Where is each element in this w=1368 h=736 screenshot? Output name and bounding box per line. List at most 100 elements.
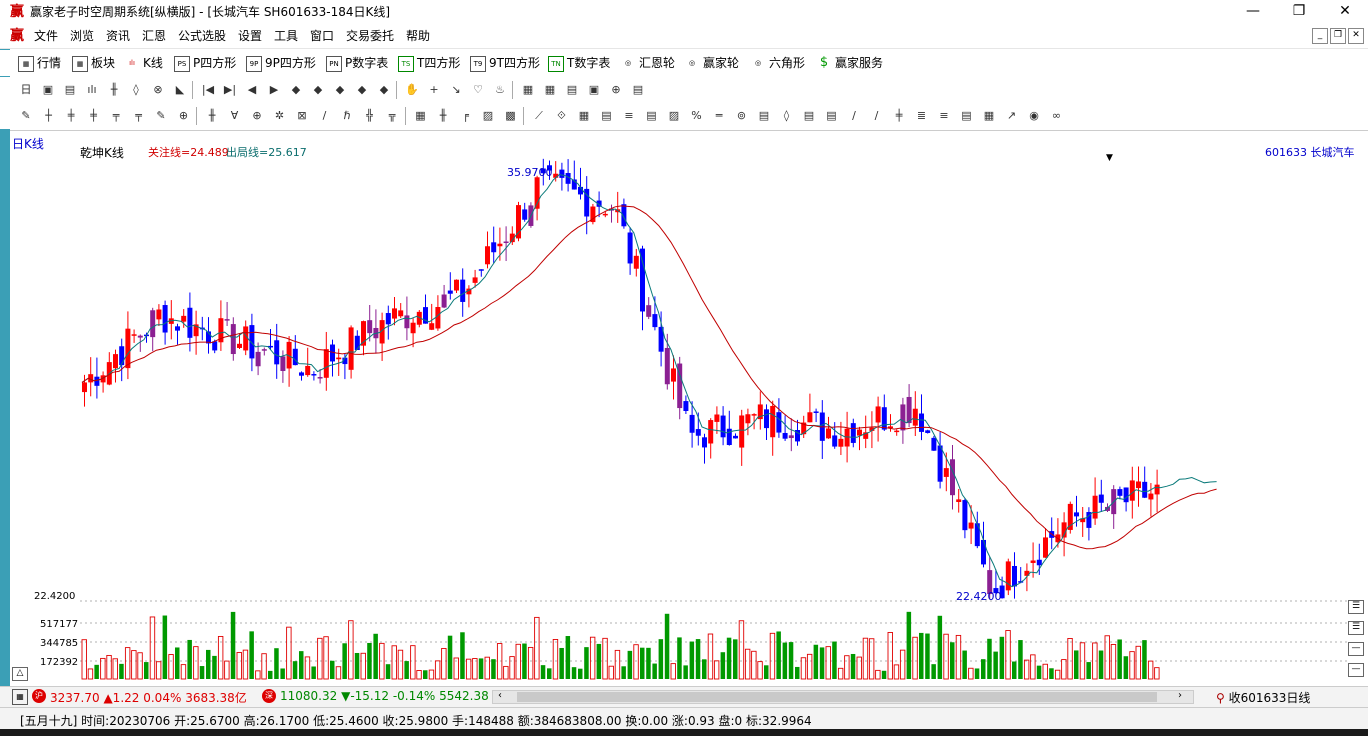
tb2-tool-14-icon[interactable]: ◆ <box>332 82 348 98</box>
scroll-right-icon[interactable]: › <box>1173 690 1187 701</box>
tb3-tool-19-icon[interactable]: ╒ <box>458 108 474 124</box>
tb3-tool-17-icon[interactable]: ▦ <box>413 108 429 124</box>
tb2-tool-2-icon[interactable]: ▤ <box>62 82 78 98</box>
tb3-tool-36-icon[interactable]: ∕ <box>846 108 862 124</box>
mdi-minimize-button[interactable]: _ <box>1312 28 1328 44</box>
zoom-out-button[interactable]: ☰ <box>1348 621 1364 635</box>
plus-button[interactable]: — <box>1348 663 1364 677</box>
tb3-tool-2-icon[interactable]: ╪ <box>63 108 79 124</box>
tb3-tool-25-icon[interactable]: ▤ <box>599 108 615 124</box>
tb3-tool-28-icon[interactable]: ▨ <box>666 108 682 124</box>
menu-info[interactable]: 资讯 <box>106 28 130 44</box>
close-button[interactable]: ✕ <box>1322 0 1368 24</box>
toolbar-kline[interactable]: ılı K线 <box>124 54 163 72</box>
tb3-tool-31-icon[interactable]: ⊚ <box>734 108 750 124</box>
tb3-tool-4-icon[interactable]: ╤ <box>108 108 124 124</box>
tb3-tool-37-icon[interactable]: ∕ <box>869 108 885 124</box>
toolbar-sectors[interactable]: ▦ 板块 <box>72 54 115 72</box>
tb3-tool-40-icon[interactable]: ≡ <box>936 108 952 124</box>
zoom-in-button[interactable]: ☰ <box>1348 600 1364 614</box>
tb2-tool-8-icon[interactable]: |◀ <box>200 82 216 98</box>
scrollbar-thumb[interactable] <box>517 692 1157 702</box>
tb3-tool-22-icon[interactable]: ⟋ <box>531 108 547 124</box>
tb3-tool-26-icon[interactable]: ≡ <box>621 108 637 124</box>
tb3-tool-45-icon[interactable]: ∞ <box>1049 108 1065 124</box>
toolbar-huien-wheel[interactable]: ◎ 汇恩轮 <box>620 54 675 72</box>
toolbar-winner-service[interactable]: $ 赢家服务 <box>816 54 883 72</box>
toolbar-9p-square[interactable]: 9P 9P四方形 <box>246 54 316 72</box>
toolbar-p-square[interactable]: PS P四方形 <box>174 54 236 72</box>
tb2-tool-26-icon[interactable]: ⊕ <box>608 82 624 98</box>
tb3-tool-13-icon[interactable]: / <box>317 108 333 124</box>
tb2-tool-17-icon[interactable]: ✋ <box>404 82 420 98</box>
menu-file[interactable]: 文件 <box>34 28 58 44</box>
toolbar-quotes[interactable]: ▦ 行情 <box>18 54 61 72</box>
tb2-tool-4-icon[interactable]: ╫ <box>106 82 122 98</box>
minimize-button[interactable]: — <box>1230 0 1276 24</box>
close-stock-daily-label[interactable]: ⚲ 收601633日线 <box>1216 689 1310 706</box>
tb3-tool-32-icon[interactable]: ▤ <box>756 108 772 124</box>
tb3-tool-7-icon[interactable]: ⊕ <box>176 108 192 124</box>
tb2-tool-22-icon[interactable]: ▦ <box>520 82 536 98</box>
tb3-tool-23-icon[interactable]: ⟐ <box>554 108 570 124</box>
tb2-tool-9-icon[interactable]: ▶| <box>222 82 238 98</box>
scroll-up-button[interactable]: △ <box>12 667 28 681</box>
menu-formula-select[interactable]: 公式选股 <box>178 28 226 44</box>
tb3-tool-21-icon[interactable]: ▩ <box>503 108 519 124</box>
keyboard-icon[interactable]: ▦ <box>12 689 28 705</box>
tb3-tool-3-icon[interactable]: ╪ <box>86 108 102 124</box>
tb2-tool-5-icon[interactable]: ◊ <box>128 82 144 98</box>
tb3-tool-43-icon[interactable]: ↗ <box>1004 108 1020 124</box>
sh-index-group[interactable]: 3237.70 ▲1.22 0.04% 3683.38亿 <box>50 689 247 706</box>
tb2-tool-0-icon[interactable]: 日 <box>18 82 34 98</box>
tb3-tool-41-icon[interactable]: ▤ <box>959 108 975 124</box>
toolbar-hexagon[interactable]: ◎ 六角形 <box>750 54 805 72</box>
tb2-tool-10-icon[interactable]: ◀ <box>244 82 260 98</box>
toolbar-9t-square[interactable]: T9 9T四方形 <box>470 54 540 72</box>
tb3-tool-6-icon[interactable]: ✎ <box>153 108 169 124</box>
tb3-tool-27-icon[interactable]: ▤ <box>644 108 660 124</box>
scroll-left-icon[interactable]: ‹ <box>493 690 507 701</box>
menu-browse[interactable]: 浏览 <box>70 28 94 44</box>
tb3-tool-33-icon[interactable]: ◊ <box>779 108 795 124</box>
tb3-tool-24-icon[interactable]: ▦ <box>576 108 592 124</box>
tb2-tool-24-icon[interactable]: ▤ <box>564 82 580 98</box>
menu-tools[interactable]: 工具 <box>274 28 298 44</box>
tb2-tool-20-icon[interactable]: ♡ <box>470 82 486 98</box>
tb2-tool-19-icon[interactable]: ↘ <box>448 82 464 98</box>
toolbar-p-numbers[interactable]: PN P数字表 <box>326 54 388 72</box>
tb3-tool-5-icon[interactable]: ╤ <box>131 108 147 124</box>
tb2-tool-3-icon[interactable]: ılı <box>84 82 100 98</box>
tb3-tool-30-icon[interactable]: ═ <box>711 108 727 124</box>
tb3-tool-0-icon[interactable]: ✎ <box>18 108 34 124</box>
tb3-tool-9-icon[interactable]: Ɐ <box>227 108 243 124</box>
tb2-tool-16-icon[interactable]: ◆ <box>376 82 392 98</box>
tb3-tool-1-icon[interactable]: ┼ <box>41 108 57 124</box>
toolbar-t-square[interactable]: TS T四方形 <box>398 54 460 72</box>
tb3-tool-12-icon[interactable]: ⊠ <box>294 108 310 124</box>
menu-help[interactable]: 帮助 <box>406 28 430 44</box>
tb3-tool-29-icon[interactable]: % <box>689 108 705 124</box>
tb2-tool-25-icon[interactable]: ▣ <box>586 82 602 98</box>
tb3-tool-35-icon[interactable]: ▤ <box>824 108 840 124</box>
tb2-tool-1-icon[interactable]: ▣ <box>40 82 56 98</box>
tb2-tool-13-icon[interactable]: ◆ <box>310 82 326 98</box>
tb3-tool-10-icon[interactable]: ⊕ <box>249 108 265 124</box>
tb3-tool-18-icon[interactable]: ╫ <box>435 108 451 124</box>
restore-button[interactable]: ❐ <box>1276 0 1322 24</box>
tb2-tool-18-icon[interactable]: + <box>426 82 442 98</box>
dropdown-arrow-icon[interactable]: ▼ <box>1106 153 1113 163</box>
tb3-tool-16-icon[interactable]: ╦ <box>384 108 400 124</box>
menu-settings[interactable]: 设置 <box>238 28 262 44</box>
tb2-tool-6-icon[interactable]: ⊗ <box>150 82 166 98</box>
tb3-tool-8-icon[interactable]: ╫ <box>204 108 220 124</box>
tb2-tool-11-icon[interactable]: ▶ <box>266 82 282 98</box>
mdi-close-button[interactable]: ✕ <box>1348 28 1364 44</box>
tb2-tool-27-icon[interactable]: ▤ <box>630 82 646 98</box>
tb2-tool-7-icon[interactable]: ◣ <box>172 82 188 98</box>
chart-area[interactable]: 日K线 乾坤K线 关注线=24.489 出局线=25.617 601633 长城… <box>10 130 1368 685</box>
tb2-tool-21-icon[interactable]: ♨ <box>492 82 508 98</box>
tb3-tool-20-icon[interactable]: ▨ <box>480 108 496 124</box>
tb3-tool-14-icon[interactable]: ℏ <box>339 108 355 124</box>
horizontal-scrollbar[interactable]: ‹ › <box>492 690 1194 704</box>
